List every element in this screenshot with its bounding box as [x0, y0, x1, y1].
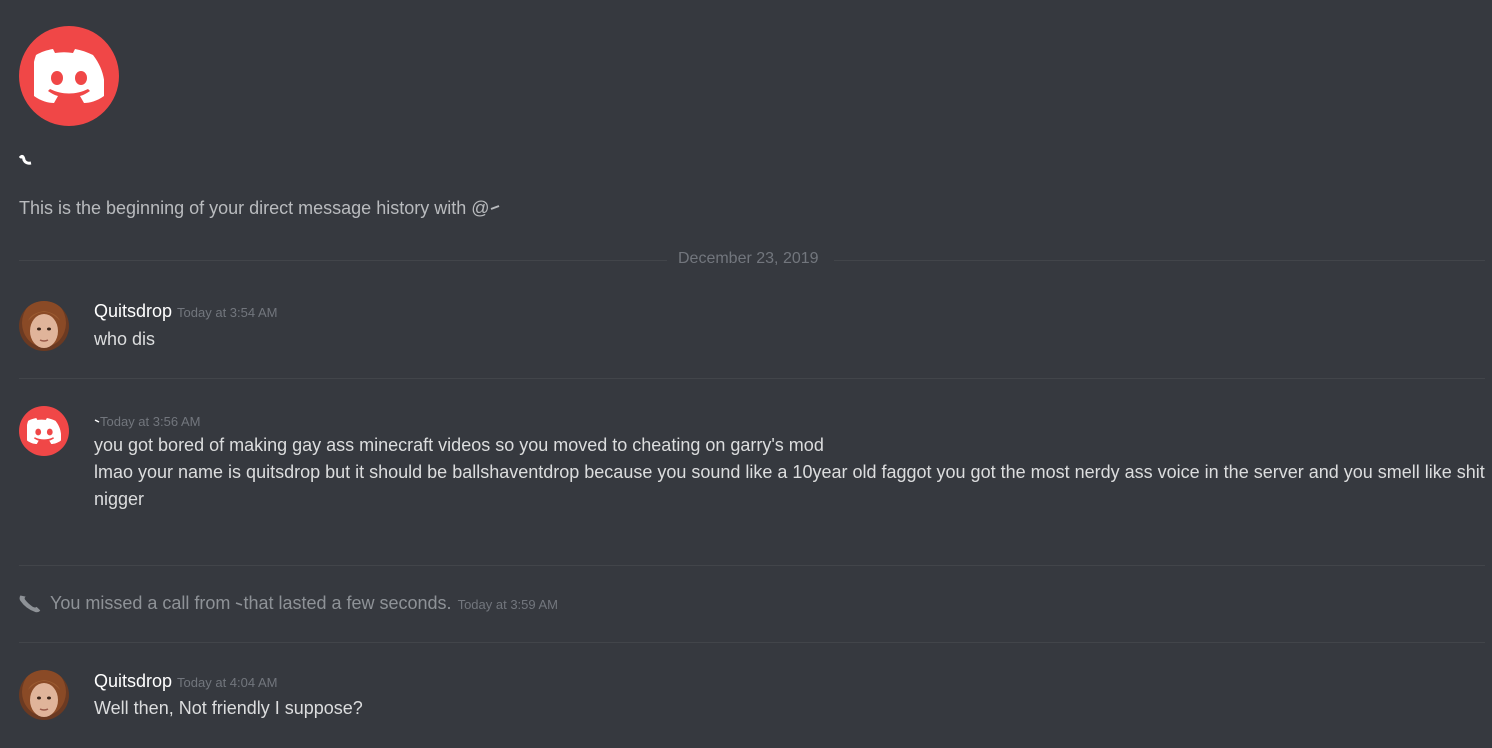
- missed-call-suffix: that lasted a few seconds.: [243, 593, 452, 613]
- missed-call-text: You missed a call from that lasted a few…: [50, 593, 558, 614]
- phone-missed-icon: [19, 595, 41, 613]
- user-photo-avatar[interactable]: [19, 301, 69, 351]
- author-name[interactable]: Quitsdrop: [94, 301, 172, 321]
- user-photo-avatar[interactable]: [19, 670, 69, 720]
- message-content: lmao your name is quitsdrop but it shoul…: [94, 462, 1485, 482]
- intro-text: This is the beginning of your direct mes…: [19, 198, 500, 219]
- discord-logo-icon: [27, 418, 61, 444]
- missed-call-timestamp: Today at 3:59 AM: [457, 597, 559, 612]
- intro-username-redacted: [18, 152, 33, 166]
- message-content: who dis: [94, 329, 156, 349]
- date-divider-label: December 23, 2019: [678, 250, 819, 267]
- message-author[interactable]: Quitsdrop Today at 4:04 AM: [94, 671, 278, 692]
- message-author[interactable]: Quitsdrop Today at 3:54 AM: [94, 301, 278, 322]
- discord-logo-icon: [34, 49, 104, 103]
- missed-call-prefix: You missed a call from: [50, 593, 231, 613]
- message-content-group: you got bored of making gay ass minecraf…: [94, 432, 1486, 513]
- message-content: Well then, Not friendly I suppose?: [94, 698, 363, 718]
- message-timestamp: Today at 3:56 AM: [100, 414, 201, 429]
- message-group-divider: [19, 565, 1485, 566]
- author-name[interactable]: Quitsdrop: [94, 671, 172, 691]
- divider-line: [19, 260, 667, 261]
- message-content: you got bored of making gay ass minecraf…: [94, 435, 824, 455]
- divider-line: [834, 260, 1485, 261]
- dm-channel: This is the beginning of your direct mes…: [0, 0, 1492, 748]
- date-divider: December 23, 2019: [19, 250, 1485, 270]
- default-avatar[interactable]: [19, 406, 69, 456]
- intro-username-redacted-inline: [490, 198, 500, 219]
- message-timestamp: Today at 4:04 AM: [177, 675, 278, 690]
- intro-text-prefix: This is the beginning of your direct mes…: [19, 198, 490, 218]
- message-group-divider: [19, 642, 1485, 643]
- intro-avatar[interactable]: [19, 26, 119, 126]
- message-timestamp: Today at 3:54 AM: [177, 305, 278, 320]
- message-content: nigger: [94, 489, 145, 509]
- message-group-divider: [19, 378, 1485, 379]
- message-author[interactable]: Today at 3:56 AM: [94, 410, 200, 431]
